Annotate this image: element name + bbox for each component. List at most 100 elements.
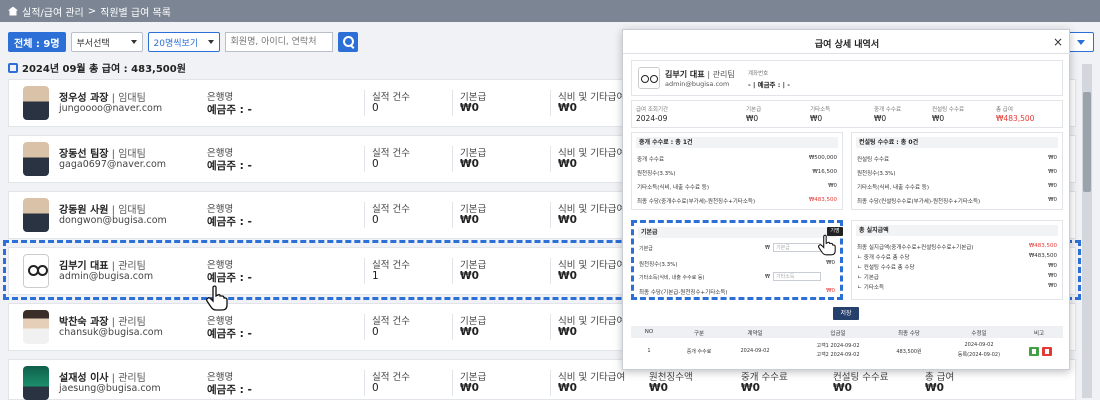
- total-pay-label: 총 급여: [925, 372, 955, 383]
- consult-fee-value: ₩0: [833, 382, 852, 394]
- line-label: 원천징수(3.3%): [857, 171, 896, 177]
- home-icon[interactable]: [8, 6, 18, 16]
- base-pay-input[interactable]: 기본급: [773, 243, 821, 252]
- avatar: [23, 86, 49, 120]
- breadcrumb-section[interactable]: 실적/급여 관리: [22, 4, 84, 19]
- chevron-down-icon: [130, 40, 137, 44]
- calendar-icon: [8, 62, 18, 73]
- hand-cursor-icon: [206, 285, 228, 311]
- base-pay-label: 기본급: [460, 372, 487, 383]
- line-value: ₩483,500: [808, 197, 837, 203]
- perf-count-value: 0: [372, 382, 379, 394]
- summary-value: ₩0: [810, 114, 823, 123]
- meal-value: ₩0: [558, 158, 577, 170]
- chevron-down-icon: [1077, 39, 1085, 45]
- modal-summary: 급여 조회기간 2024-09 기본급 ₩0 기타소득 ₩0 중개 수수료 ₩0…: [631, 100, 1063, 128]
- line-label: 기타소득(식비, 내출 수수료 등): [637, 185, 710, 191]
- column-header: 수정일: [971, 331, 987, 337]
- won-sign: ₩: [765, 245, 770, 251]
- base-pay-box: 기본급 기명 기본급 ₩ 기본급 원천징수(3.3%) ₩0 기타소득(식비, 내…: [631, 220, 843, 300]
- delete-icon[interactable]: [1042, 347, 1052, 356]
- meal-value: ₩0: [558, 214, 577, 226]
- avatar: [23, 310, 49, 344]
- account-value: - | 예금주 : | -: [748, 81, 790, 89]
- avatar: [638, 67, 660, 89]
- consult-fee-label: 컨설팅 수수료: [833, 372, 889, 383]
- summary-value: 2024-09: [636, 114, 668, 123]
- summary-total-value: ₩483,500: [996, 114, 1035, 123]
- line-label: ㄴ 기본급: [857, 275, 879, 281]
- summary-value: ₩0: [746, 114, 759, 123]
- line-label: 원천징수(3.3%): [637, 171, 676, 177]
- employee-email: dongwon@bugisa.com: [59, 215, 167, 226]
- other-income-input[interactable]: 기타소득: [773, 272, 821, 281]
- line-value: ₩0: [1048, 169, 1057, 175]
- column-header: 구분: [693, 331, 705, 337]
- perf-count-label: 실적 건수: [372, 92, 410, 103]
- account-holder: 예금주 : -: [207, 216, 252, 228]
- account-holder: 예금주 : -: [207, 384, 252, 396]
- filter-bar: 전체 : 9명 부서선택 20명씩보기: [8, 32, 358, 52]
- agency-fee-label: 중개 수수료: [741, 372, 788, 383]
- search-button[interactable]: [337, 32, 358, 52]
- meal-label: 식비 및 기타급여: [558, 92, 626, 103]
- cell-modified-date: 2024-09-02: [964, 342, 994, 348]
- bank-label: 은행명: [207, 372, 234, 383]
- line-value: ₩483,500: [1028, 253, 1057, 259]
- cell-deposit-date: 고객2 2024-09-02: [816, 352, 860, 358]
- line-label: 최종 실지급액(중개수수료+컨설팅수수료+기본급): [857, 245, 974, 251]
- column-header: NO: [644, 329, 654, 335]
- base-pay-value: ₩0: [460, 382, 479, 394]
- profile-team: 관리팀: [712, 70, 735, 79]
- cell-type: 중개 수수료: [686, 349, 712, 355]
- breadcrumb-separator: >: [87, 5, 97, 17]
- account-holder: 예금주 : -: [207, 328, 252, 340]
- account-label: 계좌번호: [748, 71, 769, 77]
- column-header: 계약일: [747, 331, 763, 337]
- column-header: 최종 수당: [898, 331, 920, 337]
- total-pay-value: ₩0: [925, 382, 944, 394]
- line-value: ₩500,000: [808, 155, 837, 161]
- table-header: NO 구분 계약일 입금일 최종 수당 수정일 비고: [631, 326, 1063, 338]
- meal-value: ₩0: [558, 382, 577, 394]
- agency-fee-value: ₩0: [741, 382, 760, 394]
- meal-value: ₩0: [558, 102, 577, 114]
- total-count-button[interactable]: 전체 : 9명: [8, 32, 66, 52]
- column-header: 비고: [1033, 331, 1045, 337]
- base-pay-label: 기본급: [460, 204, 487, 215]
- employee-email: gaga0697@naver.com: [59, 159, 167, 170]
- sort-select[interactable]: [1068, 32, 1094, 52]
- breadcrumb-page: 직원별 급여 목록: [100, 7, 171, 19]
- profile-name: 김부기 대표: [665, 70, 705, 79]
- line-label: 최종 수당(컨설팅수수료(부가세)-원천징수+기타소득): [857, 199, 981, 205]
- salary-detail-modal: 급여 상세 내역서 × 김부기 대표 | 관리팀 admin@bugisa.co…: [622, 29, 1071, 370]
- search-input[interactable]: [224, 32, 333, 52]
- edit-icon[interactable]: [1029, 347, 1039, 356]
- base-pay-label: 기본급: [460, 92, 487, 103]
- line-value: ₩0: [826, 288, 835, 294]
- meal-value: ₩0: [558, 326, 577, 338]
- scrollbar-thumb[interactable]: [1083, 92, 1091, 192]
- avatar: [23, 366, 49, 400]
- department-select[interactable]: 부서선택: [70, 32, 143, 52]
- account-holder: 예금주 : -: [207, 160, 252, 172]
- base-pay-value: ₩0: [460, 326, 479, 338]
- perf-count-value: 0: [372, 214, 379, 226]
- chevron-down-icon: [207, 40, 214, 44]
- employee-email: jaesung@bugisa.com: [59, 383, 161, 394]
- line-value: ₩483,500: [1028, 243, 1057, 249]
- perf-count-value: 0: [372, 158, 379, 170]
- withholding-value: ₩0: [649, 382, 668, 394]
- total-payout-box: 총 실지급액 최종 실지급액(중개수수료+컨설팅수수료+기본급) ₩483,500…: [851, 220, 1063, 300]
- base-pay-label: 기본급: [460, 316, 487, 327]
- summary-label: 기타소득: [810, 107, 831, 113]
- account-holder: 예금주 : -: [207, 104, 252, 116]
- summary-label: 총 급여: [996, 107, 1013, 113]
- page-size-select[interactable]: 20명씩보기: [147, 32, 220, 52]
- close-icon[interactable]: ×: [1053, 35, 1063, 49]
- column-header: 입금일: [830, 331, 846, 337]
- line-value: ₩0: [1048, 263, 1057, 269]
- save-button[interactable]: 저장: [833, 307, 859, 320]
- base-pay-value: ₩0: [460, 158, 479, 170]
- cell-registered-date: 등록(2024-09-02): [957, 352, 1001, 358]
